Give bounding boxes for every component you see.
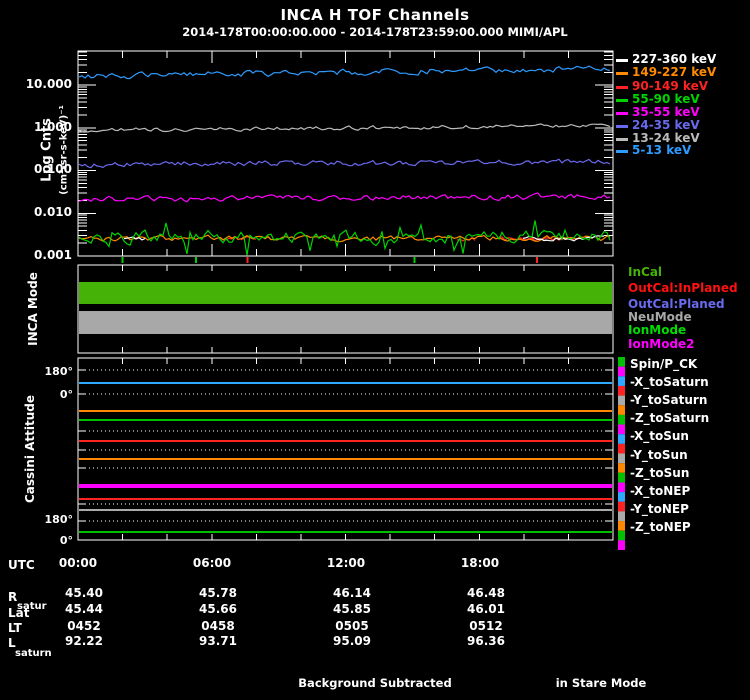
attitude-ytick-label: 0° xyxy=(59,388,73,401)
counts-ytick-label: 0.010 xyxy=(34,205,72,219)
attitude-ytick-label: 180° xyxy=(44,513,73,526)
inca-mode-axis-label: INCA Mode xyxy=(26,272,40,346)
legend-swatch xyxy=(616,72,628,75)
table-cell: 45.44 xyxy=(65,602,103,616)
table-cell: 46.48 xyxy=(467,586,505,600)
mode-legend-label: IonMode2 xyxy=(628,337,695,351)
mode-legend-label: IonMode xyxy=(628,323,687,337)
cassini-attitude-axis-label: Cassini Attitude xyxy=(23,394,37,504)
utc-tick-label: 00:00 xyxy=(58,556,98,570)
legend-swatch xyxy=(616,99,628,102)
attitude-legend-label: -Y_toSun xyxy=(630,447,688,462)
legend-swatch xyxy=(616,59,628,62)
mode-legend-label: OutCal:InPlaned xyxy=(628,281,738,295)
table-cell: 96.36 xyxy=(467,634,505,648)
plot-page: INCA H TOF Channels 2014-178T00:00:00.00… xyxy=(0,0,750,700)
l-row-label-subscript: saturn xyxy=(15,648,52,659)
attitude-legend-label: -Z_toSun xyxy=(630,465,690,480)
attitude-legend-label: Spin/P_CK xyxy=(630,357,698,371)
legend-swatch xyxy=(616,138,628,141)
inca-mode-panel xyxy=(77,257,614,354)
attitude-legend-label: -X_toSun xyxy=(630,429,689,444)
table-cell: 46.14 xyxy=(333,586,371,600)
utc-tick-label: 06:00 xyxy=(192,556,232,570)
lat-row-label: Lat xyxy=(8,606,30,620)
attitude-ytick-label: 180° xyxy=(44,365,73,378)
counts-legend-label: 5-13 keV xyxy=(632,143,692,157)
mode-legend-label: InCal xyxy=(628,265,663,279)
table-cell: 0512 xyxy=(469,619,503,633)
counts-panel xyxy=(77,50,614,257)
utc-row-label: UTC xyxy=(8,558,35,572)
table-cell: 45.78 xyxy=(199,586,237,600)
footer-background-subtracted: Background Subtracted xyxy=(298,676,452,690)
lt-row-label: LT xyxy=(8,621,22,635)
table-cell: 0458 xyxy=(201,619,235,633)
counts-ytick-label: 0.001 xyxy=(34,248,72,262)
r-row-label: R xyxy=(8,590,18,604)
legend-swatch xyxy=(616,86,628,89)
table-cell: 93.71 xyxy=(199,634,237,648)
legend-swatch xyxy=(616,125,628,128)
attitude-ytick-label: 0° xyxy=(59,534,73,547)
table-cell: 95.09 xyxy=(333,634,371,648)
counts-legend-label: 149-227 keV xyxy=(632,65,717,79)
utc-tick-label: 18:00 xyxy=(460,556,500,570)
attitude-legend-label: -Z_toSaturn xyxy=(630,411,710,426)
legend-swatch xyxy=(616,112,628,115)
table-cell: 45.40 xyxy=(65,586,103,600)
time-range-subtitle: 2014-178T00:00:00.000 - 2014-178T23:59:0… xyxy=(182,25,568,39)
table-cell: 0452 xyxy=(67,619,101,633)
attitude-legend-label: -X_toSaturn xyxy=(630,375,709,390)
attitude-legend-label: -X_toNEP xyxy=(630,483,691,498)
table-cell: 0505 xyxy=(335,619,369,633)
counts-ytick-label: 0.100 xyxy=(34,162,72,176)
counts-ytick-label: 1.000 xyxy=(34,120,72,134)
table-cell: 92.22 xyxy=(65,634,103,648)
counts-ytick-label: 10.000 xyxy=(25,77,72,91)
cassini-attitude-panel xyxy=(77,357,625,550)
utc-tick-label: 12:00 xyxy=(326,556,366,570)
footer-stare-mode: in Stare Mode xyxy=(555,676,647,690)
attitude-legend-label: -Y_toSaturn xyxy=(630,393,708,408)
table-cell: 45.66 xyxy=(199,602,237,616)
attitude-legend-label: -Y_toNEP xyxy=(630,501,689,516)
page-title: INCA H TOF Channels xyxy=(280,6,470,24)
legend-swatch xyxy=(616,150,628,153)
attitude-legend-label: -Z_toNEP xyxy=(630,519,691,534)
table-cell: 46.01 xyxy=(467,602,505,616)
counts-y-axis-units: (cm²-sr-s-keV)⁻¹ xyxy=(58,105,70,195)
table-cell: 45.85 xyxy=(333,602,371,616)
